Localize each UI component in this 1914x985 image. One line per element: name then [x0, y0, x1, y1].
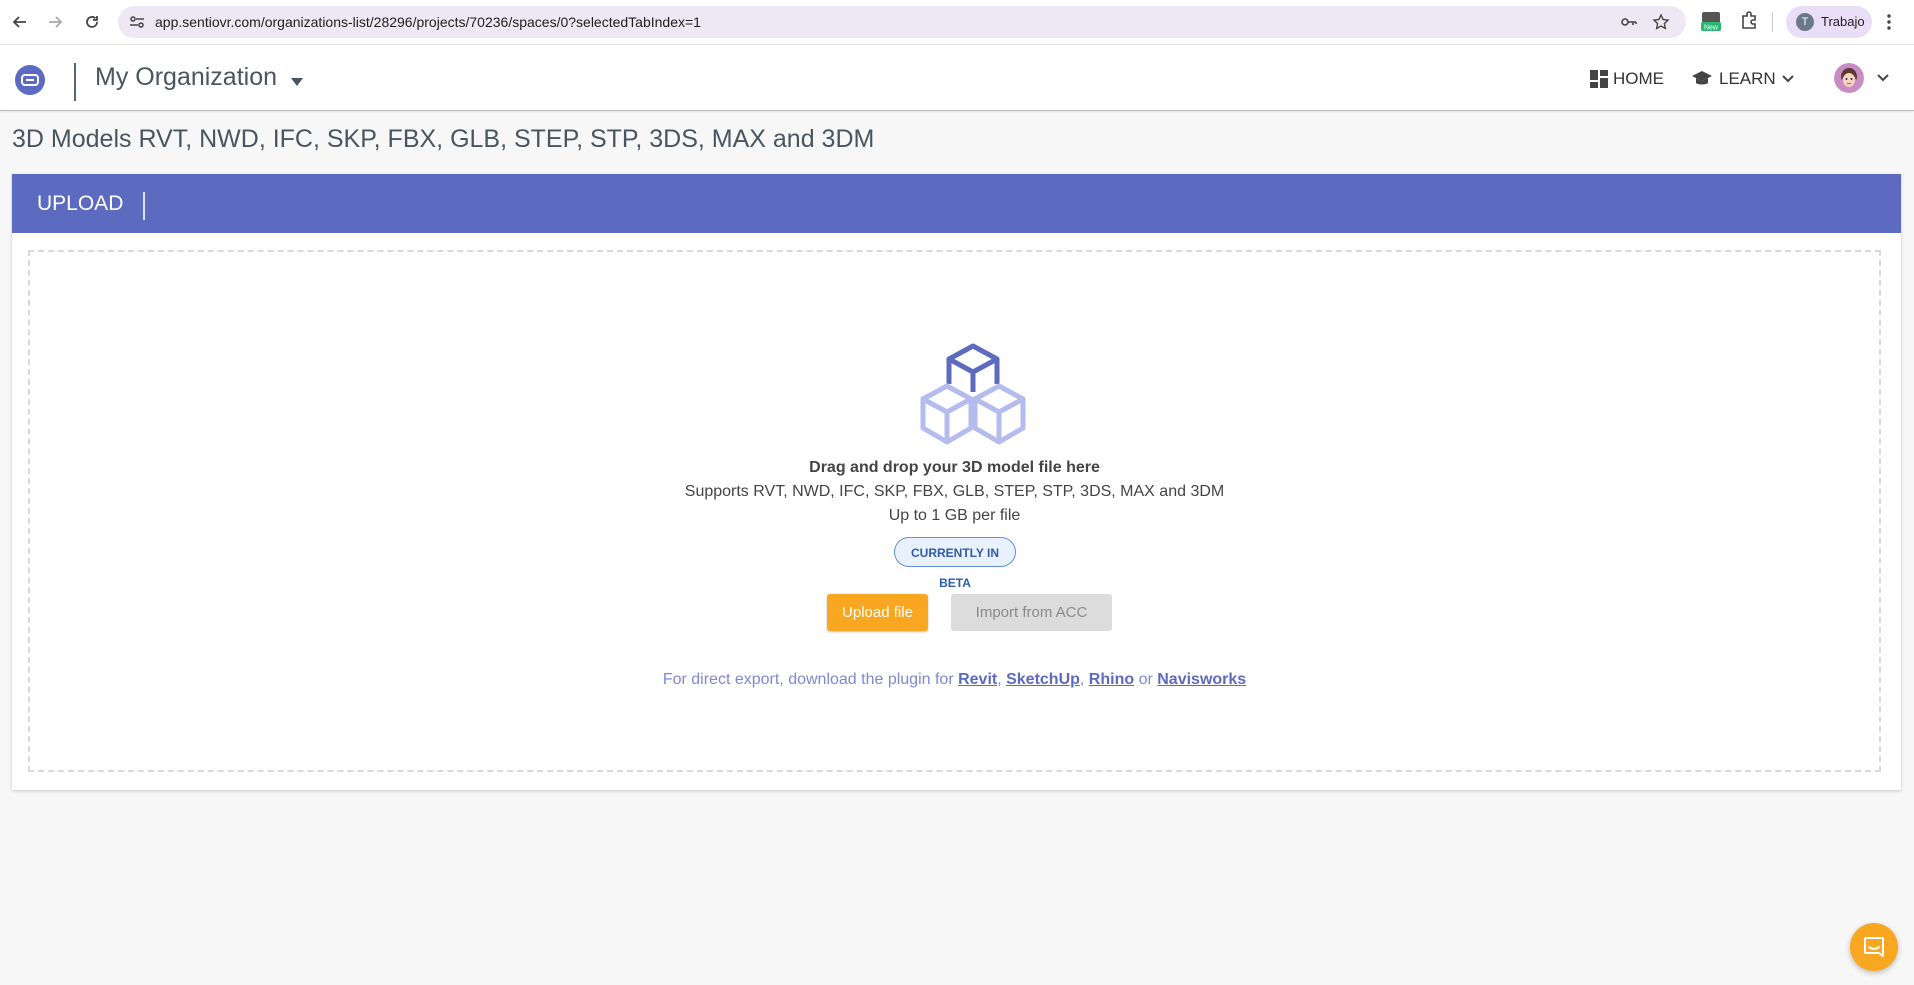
header-divider	[74, 63, 76, 101]
user-avatar[interactable]	[1834, 63, 1864, 93]
extension-new-icon[interactable]: New	[1700, 10, 1722, 32]
dashboard-icon	[1590, 70, 1608, 88]
profile-avatar: T	[1796, 13, 1814, 31]
password-key-icon[interactable]	[1620, 13, 1638, 31]
graduation-cap-icon	[1692, 71, 1712, 85]
navisworks-plugin-link[interactable]: Navisworks	[1157, 671, 1246, 688]
nav-home-label: HOME	[1613, 69, 1664, 88]
url-text[interactable]: app.sentiovr.com/organizations-list/2829…	[155, 14, 701, 30]
supported-formats-text: Supports RVT, NWD, IFC, SKP, FBX, GLB, S…	[684, 483, 1225, 500]
nav-learn[interactable]: LEARN	[1691, 67, 1794, 91]
profile-chip[interactable]: T Trabajo	[1786, 6, 1872, 38]
nav-learn-label: LEARN	[1719, 69, 1776, 88]
card-tab-bar: UPLOAD	[12, 174, 1901, 233]
sketchup-plugin-link[interactable]: SketchUp	[1006, 671, 1080, 688]
rhino-plugin-link[interactable]: Rhino	[1089, 671, 1134, 688]
beta-badge: CURRENTLY IN BETA	[894, 537, 1016, 590]
browser-toolbar: app.sentiovr.com/organizations-list/2829…	[0, 0, 1914, 45]
upload-card: UPLOAD Drag and drop your 3D model file …	[12, 174, 1901, 790]
organization-selector[interactable]: My Organization	[95, 63, 277, 92]
plugin-separator: ,	[997, 671, 1007, 688]
plugin-separator: ,	[1079, 671, 1089, 688]
plugin-prefix: For direct export, download the plugin f…	[662, 671, 959, 688]
file-dropzone[interactable]: Drag and drop your 3D model file here Su…	[28, 250, 1881, 772]
size-limit-text: Up to 1 GB per file	[888, 507, 1021, 524]
page-title: 3D Models RVT, NWD, IFC, SKP, FBX, GLB, …	[12, 125, 875, 153]
support-chat-button[interactable]	[1850, 923, 1898, 971]
revit-plugin-link[interactable]: Revit	[958, 671, 997, 688]
extensions-puzzle-icon[interactable]	[1738, 10, 1760, 32]
chat-icon	[1864, 937, 1884, 957]
user-menu-chevron-icon[interactable]	[1877, 74, 1889, 82]
plugin-download-text: For direct export, download the plugin f…	[30, 671, 1879, 689]
plugin-or: or	[1134, 671, 1158, 688]
toolbar-divider	[1772, 12, 1773, 32]
dropzone-title: Drag and drop your 3D model file here	[809, 459, 1100, 476]
caret-down-icon[interactable]	[290, 77, 304, 87]
site-settings-icon[interactable]	[128, 13, 146, 31]
profile-name: Trabajo	[1821, 14, 1865, 29]
app-logo-icon[interactable]	[14, 64, 46, 96]
tab-upload[interactable]: UPLOAD	[37, 192, 146, 220]
chevron-down-icon	[1781, 75, 1794, 83]
upload-file-button[interactable]: Upload file	[827, 594, 928, 631]
reload-icon[interactable]	[80, 10, 104, 34]
app-header: My Organization HOME LEARN	[0, 45, 1914, 111]
svg-text:New: New	[1704, 25, 1719, 32]
3d-cubes-icon	[920, 343, 1026, 445]
nav-home[interactable]: HOME	[1589, 67, 1664, 91]
import-from-acc-button[interactable]: Import from ACC	[951, 594, 1112, 631]
browser-menu-icon[interactable]	[1886, 12, 1892, 32]
forward-arrow-icon[interactable]	[43, 10, 67, 34]
back-arrow-icon[interactable]	[8, 10, 32, 34]
bookmark-star-icon[interactable]	[1652, 13, 1670, 31]
address-bar[interactable]: app.sentiovr.com/organizations-list/2829…	[118, 6, 1686, 38]
